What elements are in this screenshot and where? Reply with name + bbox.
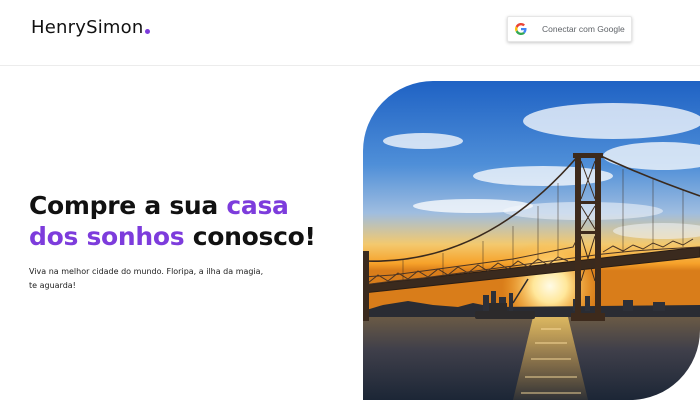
bridge-sunset-photo — [363, 81, 700, 400]
hero-subtitle-line1: Viva na melhor cidade do mundo. Floripa,… — [29, 267, 264, 276]
google-login-label: Conectar com Google — [542, 24, 625, 34]
hero-title-accent1: casa — [226, 191, 289, 220]
hero-subtitle-line2: te aguarda! — [29, 281, 76, 290]
hero-subtitle: Viva na melhor cidade do mundo. Floripa,… — [29, 265, 319, 293]
hero-title: Compre a sua casa dos sonhos conosco! — [29, 190, 316, 252]
hero-title-part1: Compre a sua — [29, 191, 227, 220]
brand-logo[interactable]: HenrySimon — [31, 17, 151, 38]
google-icon — [515, 23, 527, 35]
logo-dot-icon — [145, 29, 151, 34]
hero-title-part2: conosco! — [184, 222, 316, 251]
hero-title-accent2: dos sonhos — [29, 222, 185, 251]
hero-image — [363, 81, 700, 400]
site-header: HenrySimon Conectar com Google — [0, 0, 700, 66]
landing-page: HenrySimon Conectar com Google Compre a … — [0, 0, 700, 400]
brand-logo-text: HenrySimon — [31, 17, 144, 38]
google-login-button[interactable]: Conectar com Google — [507, 16, 632, 42]
